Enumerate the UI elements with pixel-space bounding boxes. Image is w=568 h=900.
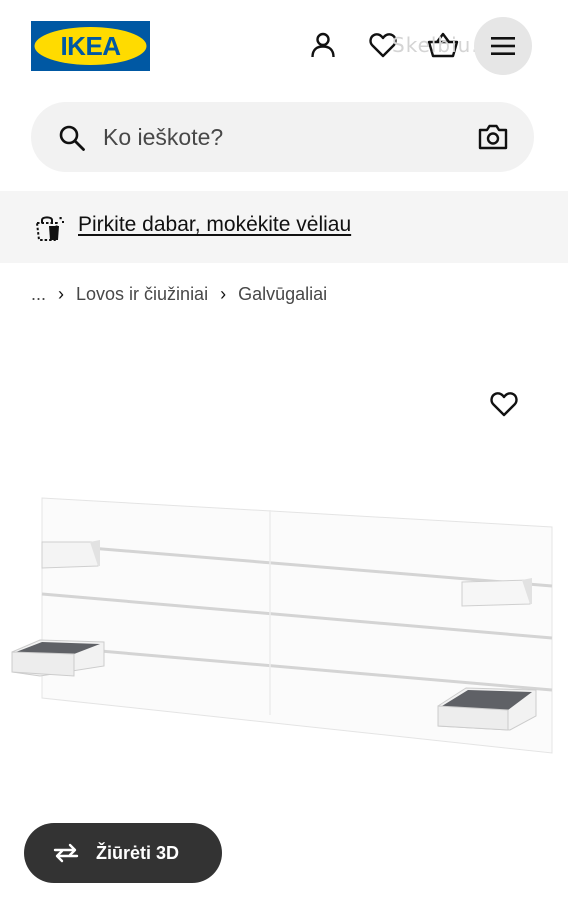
search-bar[interactable]: Ko ieškote? (31, 102, 534, 172)
search-icon (59, 125, 85, 151)
rotate-3d-icon (53, 843, 79, 863)
pay-later-link[interactable]: Pirkite dabar, mokėkite vėliau (78, 213, 351, 237)
heart-icon (490, 392, 518, 417)
breadcrumb-item-headboards[interactable]: Galvūgaliai (238, 284, 327, 305)
menu-button[interactable] (474, 17, 532, 75)
search-input[interactable]: Ko ieškote? (103, 124, 223, 151)
view-3d-label: Žiūrėti 3D (96, 842, 180, 863)
view-3d-button[interactable]: Žiūrėti 3D (24, 823, 222, 883)
pay-later-banner[interactable]: Pirkite dabar, mokėkite vėliau (0, 191, 568, 263)
logo-text: IKEA (60, 31, 121, 61)
breadcrumb-separator: › (220, 284, 227, 304)
breadcrumb: ... › Lovos ir čiužiniai › Galvūgaliai (31, 284, 327, 305)
header: IKEA Skelbiu.lt (0, 0, 568, 92)
hamburger-menu-icon (491, 37, 515, 55)
shopping-bag-icon (36, 216, 64, 241)
product-favorite-button[interactable] (484, 384, 524, 424)
breadcrumb-item-more[interactable]: ... (31, 284, 46, 305)
user-icon (311, 32, 335, 58)
product-image[interactable] (0, 480, 568, 780)
ikea-logo[interactable]: IKEA (31, 21, 150, 71)
breadcrumb-item-beds[interactable]: Lovos ir čiužiniai (76, 284, 208, 305)
breadcrumb-separator: › (58, 284, 65, 304)
account-button[interactable] (300, 22, 346, 68)
camera-icon[interactable] (478, 123, 508, 151)
